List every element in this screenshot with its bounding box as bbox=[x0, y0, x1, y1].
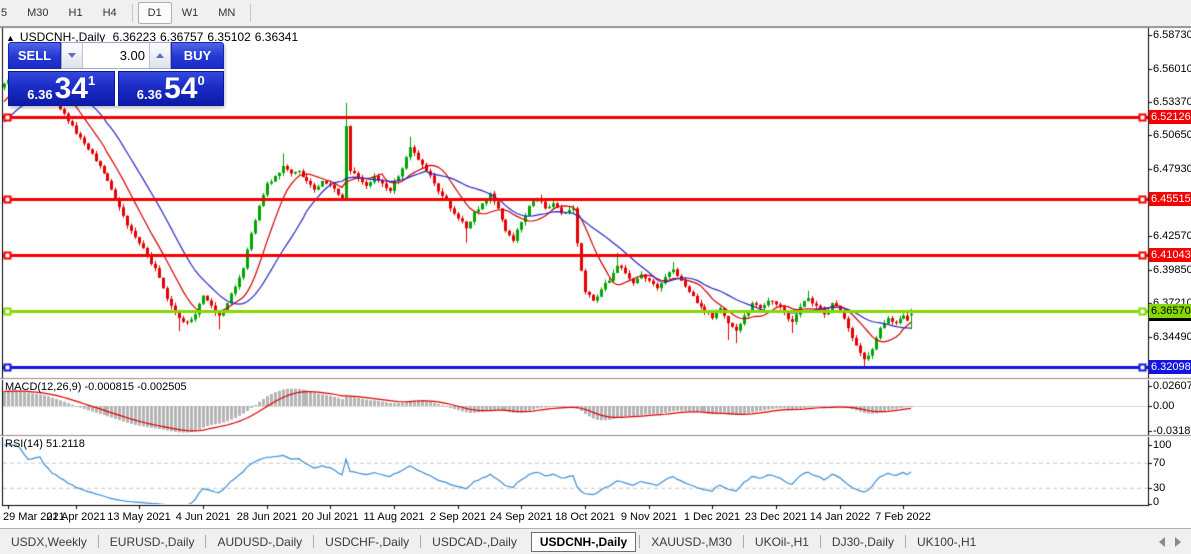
price-chart-canvas[interactable] bbox=[0, 27, 1191, 554]
date-axis-label: 28 Jun 2021 bbox=[237, 511, 298, 523]
buy-price-sup: 0 bbox=[197, 73, 204, 88]
rsi-axis-tick-label: 100 bbox=[1153, 439, 1171, 451]
ohlc-close: 6.36341 bbox=[255, 30, 298, 44]
price-axis-tick-label: 6.47930 bbox=[1153, 163, 1191, 175]
timeframe-button-D1[interactable]: D1 bbox=[138, 2, 172, 24]
chart-tab-audusd-daily[interactable]: AUDUSD-,Daily bbox=[206, 532, 313, 552]
chart-window: ▲USDCNH-,Daily 6.362236.367576.351026.36… bbox=[0, 27, 1191, 528]
date-axis-label: 24 Sep 2021 bbox=[490, 511, 552, 523]
date-axis-label: 11 Aug 2021 bbox=[364, 511, 425, 523]
volume-spinner: 3.00 bbox=[61, 42, 171, 69]
price-axis-tick-label: 6.58730 bbox=[1153, 29, 1191, 41]
date-axis-label: 14 Jan 2022 bbox=[810, 511, 871, 523]
chart-tab-usdcnh-daily[interactable]: USDCNH-,Daily bbox=[531, 532, 636, 552]
rsi-indicator-label: RSI(14) 51.2118 bbox=[5, 438, 85, 450]
one-click-trading-panel: SELL 3.00 BUY 6.36341 6.36540 bbox=[8, 42, 224, 106]
timeframe-button-H4[interactable]: H4 bbox=[93, 2, 127, 24]
tabs-scroll-left-icon[interactable] bbox=[1159, 537, 1165, 547]
rsi-axis-tick-label: 30 bbox=[1153, 482, 1165, 494]
price-axis-tick-label: 6.50650 bbox=[1153, 129, 1191, 141]
chart-tab-uk100-h1[interactable]: UK100-,H1 bbox=[906, 532, 987, 552]
sell-price-big: 34 bbox=[55, 74, 88, 104]
hline-price-label: 6.36570 bbox=[1149, 304, 1191, 318]
hline-price-label: 6.45515 bbox=[1149, 192, 1191, 206]
chart-tab-usdx-weekly[interactable]: USDX,Weekly bbox=[0, 532, 98, 552]
volume-decrease-button[interactable] bbox=[62, 43, 83, 68]
hline-price-label: 6.32098 bbox=[1149, 360, 1191, 374]
date-axis-label: 20 Jul 2021 bbox=[302, 511, 359, 523]
chart-tab-usdchf-daily[interactable]: USDCHF-,Daily bbox=[314, 532, 420, 552]
macd-axis-tick-label: 0.02607 bbox=[1153, 380, 1191, 392]
date-axis-label: 7 Feb 2022 bbox=[875, 511, 931, 523]
buy-price-small: 6.36 bbox=[137, 87, 162, 104]
rsi-axis-tick-label: 70 bbox=[1153, 457, 1165, 469]
buy-price-box[interactable]: 6.36540 bbox=[118, 71, 225, 106]
sell-button[interactable]: SELL bbox=[8, 42, 61, 69]
timeframe-button-H1[interactable]: H1 bbox=[59, 2, 93, 24]
sell-price-small: 6.36 bbox=[27, 87, 52, 104]
buy-button[interactable]: BUY bbox=[171, 42, 224, 69]
timeframe-toolbar: 5M30H1H4 D1W1MN bbox=[0, 0, 1191, 27]
tab-scroll-buttons bbox=[1159, 537, 1191, 547]
timeframe-button-W1[interactable]: W1 bbox=[172, 2, 209, 24]
volume-increase-button[interactable] bbox=[149, 43, 170, 68]
volume-input[interactable]: 3.00 bbox=[83, 43, 149, 68]
toolbar-separator bbox=[250, 4, 251, 22]
timeframe-button-MN[interactable]: MN bbox=[208, 2, 245, 24]
hline-price-label: 6.52126 bbox=[1149, 110, 1191, 124]
rsi-axis-tick-label: 0 bbox=[1153, 496, 1159, 508]
tabs-scroll-right-icon[interactable] bbox=[1175, 537, 1181, 547]
date-axis-label: 13 May 2021 bbox=[107, 511, 171, 523]
date-axis-label: 9 Nov 2021 bbox=[621, 511, 677, 523]
sell-price-box[interactable]: 6.36341 bbox=[8, 71, 115, 106]
date-axis-label: 4 Jun 2021 bbox=[176, 511, 230, 523]
price-axis-tick-label: 6.56010 bbox=[1153, 63, 1191, 75]
buy-price-big: 54 bbox=[164, 74, 197, 104]
macd-axis-tick-label: -0.031872 bbox=[1153, 425, 1191, 437]
date-axis-label: 23 Dec 2021 bbox=[745, 511, 807, 523]
chart-tab-eurusd-daily[interactable]: EURUSD-,Daily bbox=[99, 532, 206, 552]
triangle-up-icon bbox=[156, 53, 164, 58]
sell-price-sup: 1 bbox=[88, 73, 95, 88]
date-axis-label: 1 Dec 2021 bbox=[684, 511, 740, 523]
date-axis-label: 18 Oct 2021 bbox=[555, 511, 615, 523]
macd-axis-tick-label: 0.00 bbox=[1153, 400, 1174, 412]
chart-tab-bar: USDX,WeeklyEURUSD-,DailyAUDUSD-,DailyUSD… bbox=[0, 528, 1191, 554]
price-axis-tick-label: 6.39850 bbox=[1153, 264, 1191, 276]
macd-indicator-label: MACD(12,26,9) -0.000815 -0.002505 bbox=[5, 381, 187, 393]
price-axis-tick-label: 6.53370 bbox=[1153, 96, 1191, 108]
timeframe-button-5[interactable]: 5 bbox=[0, 2, 17, 24]
hline-price-label: 6.41043 bbox=[1149, 248, 1191, 262]
timeframe-button-M30[interactable]: M30 bbox=[17, 2, 58, 24]
price-axis-tick-label: 6.34490 bbox=[1153, 331, 1191, 343]
chart-tab-dj30-daily[interactable]: DJ30-,Daily bbox=[821, 532, 905, 552]
triangle-down-icon bbox=[68, 53, 76, 58]
date-axis-label: 21 Apr 2021 bbox=[46, 511, 105, 523]
chart-tab-usdcad-daily[interactable]: USDCAD-,Daily bbox=[421, 532, 528, 552]
chart-tab-ukoil-h1[interactable]: UKOil-,H1 bbox=[744, 532, 820, 552]
date-axis-label: 2 Sep 2021 bbox=[430, 511, 486, 523]
toolbar-separator bbox=[132, 4, 133, 22]
chart-tab-xauusd-m30[interactable]: XAUUSD-,M30 bbox=[640, 532, 743, 552]
trading-platform-window: 5M30H1H4D1W1MN ▲USDCNH-,Daily 6.362236.3… bbox=[0, 0, 1191, 554]
price-axis-tick-label: 6.42570 bbox=[1153, 230, 1191, 242]
